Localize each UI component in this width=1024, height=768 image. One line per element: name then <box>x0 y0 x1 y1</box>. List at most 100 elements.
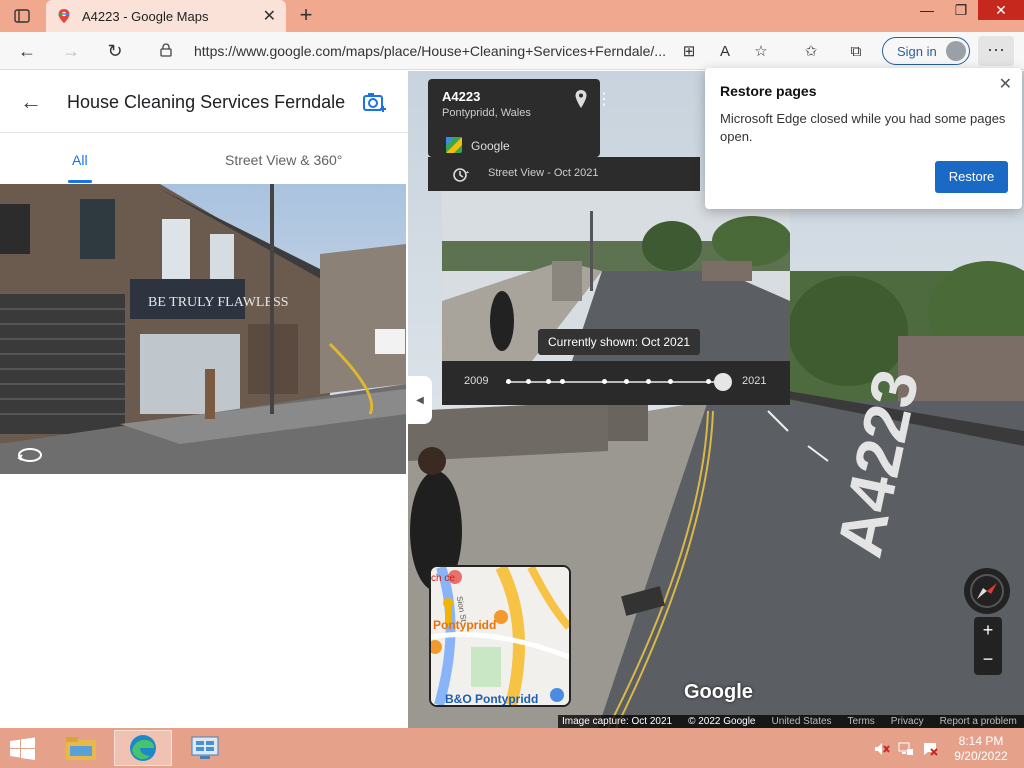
read-aloud-icon[interactable]: A <box>714 40 736 62</box>
minimap-store-label: B&O Pontypridd <box>445 692 538 705</box>
timeline-date-dot[interactable] <box>602 379 607 384</box>
country-link[interactable]: United States <box>772 716 832 727</box>
timeline-start-year: 2009 <box>464 375 489 387</box>
refresh-button[interactable]: ↻ <box>102 38 128 64</box>
zoom-out-button[interactable]: − <box>974 646 1002 675</box>
volume-muted-icon[interactable] <box>874 741 890 757</box>
timeline-label: Street View - Oct 2021 <box>488 167 599 179</box>
sign-in-button[interactable]: Sign in <box>882 37 970 65</box>
place-title: House Cleaning Services Ferndale <box>67 92 346 112</box>
back-button[interactable]: ← <box>14 38 40 64</box>
zoom-controls: + − <box>974 617 1002 675</box>
more-options-icon[interactable]: ⋮ <box>596 89 612 109</box>
edge-taskbar-button[interactable] <box>114 730 172 766</box>
address-bar[interactable]: https://www.google.com/maps/place/House+… <box>144 37 674 65</box>
forward-button[interactable]: → <box>58 38 84 64</box>
tab-close-icon[interactable]: ✕ <box>263 6 276 26</box>
timeline-date-dot[interactable] <box>560 379 565 384</box>
timeline-date-dot[interactable] <box>646 379 651 384</box>
more-menu-button[interactable]: ··· <box>978 36 1014 66</box>
tab-title: A4223 - Google Maps <box>82 8 209 24</box>
clock-date: 9/20/2022 <box>954 749 1008 763</box>
lock-icon <box>160 42 180 60</box>
place-panel: ← House Cleaning Services Ferndale All S… <box>0 71 408 728</box>
tab-street-view[interactable]: Street View & 360° <box>225 152 342 168</box>
avatar-icon <box>946 41 966 61</box>
edge-icon <box>130 735 156 761</box>
add-favorite-icon[interactable]: ☆ <box>750 40 772 62</box>
shop-sign-text: BE TRULY FLAWLESS <box>148 295 289 310</box>
active-tab-indicator <box>68 180 92 183</box>
compass-icon[interactable] <box>964 568 1010 614</box>
location-title: A4223 <box>442 89 481 104</box>
action-center-icon[interactable] <box>922 741 938 757</box>
timeline-slider-knob[interactable] <box>714 373 732 391</box>
photo-tabs: All Street View & 360° <box>0 135 408 183</box>
timeline-date-dot[interactable] <box>624 379 629 384</box>
minimap-town-label: Pontypridd <box>433 618 496 632</box>
collections-icon[interactable]: ⧉ <box>845 40 867 62</box>
report-problem-link[interactable]: Report a problem <box>940 716 1017 727</box>
timeline-end-year: 2021 <box>742 375 767 387</box>
close-window-button[interactable]: ✕ <box>978 0 1024 20</box>
taskbar: 8:14 PM 9/20/2022 <box>0 728 1024 768</box>
collapse-panel-button[interactable]: ◀ <box>408 376 432 424</box>
clock-time: 8:14 PM <box>958 734 1004 748</box>
sign-in-label: Sign in <box>897 43 937 59</box>
browser-tab[interactable]: A4223 - Google Maps ✕ <box>46 0 286 32</box>
rotate-360-icon[interactable] <box>16 444 44 466</box>
restore-pages-popup: Restore pages ✕ Microsoft Edge closed wh… <box>705 68 1022 209</box>
tab-all[interactable]: All <box>72 152 88 168</box>
history-clock-icon <box>453 168 469 182</box>
location-pin-icon[interactable] <box>574 89 588 109</box>
windows-start-icon[interactable] <box>8 737 38 761</box>
mini-map[interactable]: ch ce Sion St Pontypridd B&O Pontypridd <box>429 565 571 707</box>
google-maps-logo-icon <box>446 137 462 153</box>
control-panel-taskbar-button[interactable] <box>176 730 234 766</box>
timeline-slider[interactable] <box>506 373 732 391</box>
minimap-partial-label: ch ce <box>431 573 455 584</box>
browser-toolbar: ← → ↻ https://www.google.com/maps/place/… <box>0 32 1024 70</box>
add-photo-icon[interactable] <box>362 90 388 114</box>
popup-close-icon[interactable]: ✕ <box>999 74 1012 94</box>
folder-icon <box>66 737 96 760</box>
timeline-date-dot[interactable] <box>506 379 511 384</box>
image-capture-text: Image capture: Oct 2021 <box>562 716 673 727</box>
google-maps-favicon-icon <box>58 9 70 23</box>
title-bar: A4223 - Google Maps ✕ + — ❐ ✕ <box>0 0 1024 32</box>
google-watermark: Google <box>684 681 753 703</box>
minimize-button[interactable]: — <box>910 0 944 20</box>
street-photo[interactable]: BE TRULY FLAWLESS <box>0 184 406 474</box>
panel-header: ← House Cleaning Services Ferndale <box>0 71 408 133</box>
url-text: https://www.google.com/maps/place/House+… <box>194 43 666 59</box>
location-subtitle: Pontypridd, Wales <box>442 107 531 119</box>
timeline-preview-image[interactable]: Currently shown: Oct 2021 <box>442 191 790 361</box>
restore-button[interactable]: Restore <box>935 161 1008 193</box>
timeline-date-dot[interactable] <box>706 379 711 384</box>
terms-link[interactable]: Terms <box>848 716 875 727</box>
timeline-panel: Currently shown: Oct 2021 2009 2021 <box>442 191 790 405</box>
control-panel-icon <box>191 736 219 759</box>
network-icon[interactable] <box>898 741 914 757</box>
popup-title: Restore pages <box>720 83 817 99</box>
app-available-icon[interactable]: ⊞ <box>678 40 700 62</box>
restore-window-button[interactable]: ❐ <box>944 0 978 20</box>
currently-shown-tooltip: Currently shown: Oct 2021 <box>538 329 701 355</box>
taskbar-clock[interactable]: 8:14 PM 9/20/2022 <box>945 734 1017 764</box>
back-arrow-icon[interactable]: ← <box>20 89 44 114</box>
timeline-date-dot[interactable] <box>546 379 551 384</box>
favorites-icon[interactable]: ✩ <box>800 40 822 62</box>
copyright-text: © 2022 Google <box>688 716 756 727</box>
timeline-date-dot[interactable] <box>668 379 673 384</box>
file-explorer-taskbar-button[interactable] <box>52 730 110 766</box>
timeline-toggle[interactable]: Street View - Oct 2021 <box>428 157 700 191</box>
zoom-in-button[interactable]: + <box>974 617 1002 646</box>
popup-message: Microsoft Edge closed while you had some… <box>720 111 1006 144</box>
new-tab-button[interactable]: + <box>292 2 320 30</box>
privacy-link[interactable]: Privacy <box>891 716 924 727</box>
tab-actions-icon[interactable] <box>8 6 36 26</box>
location-card: A4223 Pontypridd, Wales Google ⋮ <box>428 79 612 157</box>
timeline-date-dot[interactable] <box>526 379 531 384</box>
map-footer: Image capture: Oct 2021 © 2022 Google Un… <box>558 715 1024 728</box>
provider-label: Google <box>471 139 510 153</box>
